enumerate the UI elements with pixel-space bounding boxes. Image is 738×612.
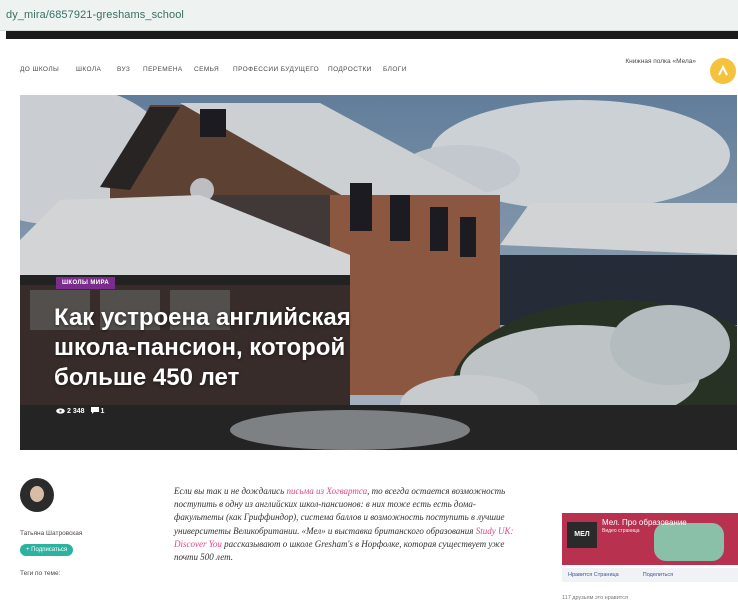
comments-count: 1	[90, 407, 104, 416]
widget-cover-graphic	[654, 523, 724, 561]
site-header-band	[6, 31, 738, 39]
author-block: Татьяна Шатровская + Подписаться Теги по…	[20, 478, 140, 577]
url-text: dy_mira/6857921-greshams_school	[6, 9, 184, 21]
hero-category-tag[interactable]: Школы мира	[56, 277, 116, 289]
comment-icon	[90, 407, 99, 416]
views-count: 2 348	[56, 407, 85, 416]
nav-item-family[interactable]: Семья	[194, 66, 219, 73]
mel-logo: МЕЛ	[567, 522, 597, 548]
nav-item-teens[interactable]: Подростки	[328, 66, 372, 73]
bookshelf-promo-text[interactable]: Книжная полка «Мела»	[622, 58, 696, 66]
nav-item-school[interactable]: Школа	[76, 66, 101, 73]
like-page-button[interactable]: Нравится Страница	[568, 572, 619, 578]
nav-item-future-professions[interactable]: Профессии будущего	[233, 66, 319, 73]
nav-item-preschool[interactable]: До школы	[20, 66, 59, 73]
bookshelf-promo-icon[interactable]	[710, 58, 736, 84]
nav-item-blogs[interactable]: Блоги	[383, 66, 407, 73]
author-name[interactable]: Татьяна Шатровская	[20, 530, 140, 537]
widget-headline: Мел. Про образование	[602, 518, 687, 527]
widget-banner[interactable]: МЕЛ Мел. Про образование Видео страница	[562, 513, 738, 565]
facebook-page-widget[interactable]: МЕЛ Мел. Про образование Видео страница …	[562, 513, 738, 612]
related-tags-label: Теги по теме:	[20, 570, 61, 577]
follow-button[interactable]: + Подписаться	[20, 544, 74, 556]
main-nav: До школы Школа ВУЗ Перемена Семья Профес…	[0, 48, 738, 92]
hogwarts-letter-link[interactable]: письма из Хогвартса	[286, 486, 367, 496]
nav-item-break[interactable]: Перемена	[143, 66, 183, 73]
hero-article-title[interactable]: Как устроена английская школа-пансион, к…	[54, 303, 384, 393]
widget-friends-count: 117 друзьям это нравится	[562, 595, 628, 601]
hero-stats: 2 348 1	[56, 407, 104, 416]
hero-image	[20, 95, 737, 450]
author-avatar[interactable]	[20, 478, 54, 512]
browser-url-bar[interactable]: dy_mira/6857921-greshams_school	[0, 0, 738, 31]
nav-item-university[interactable]: ВУЗ	[117, 66, 130, 73]
eye-icon	[56, 407, 65, 416]
article-lead: Если вы так и не дождались письма из Хог…	[174, 486, 514, 563]
share-button[interactable]: Поделиться	[643, 572, 673, 578]
widget-subline: Видео страница	[602, 528, 640, 534]
widget-actions: Нравится Страница Поделиться	[562, 568, 738, 582]
hero-article-card[interactable]: Школы мира Как устроена английская школа…	[20, 95, 737, 450]
